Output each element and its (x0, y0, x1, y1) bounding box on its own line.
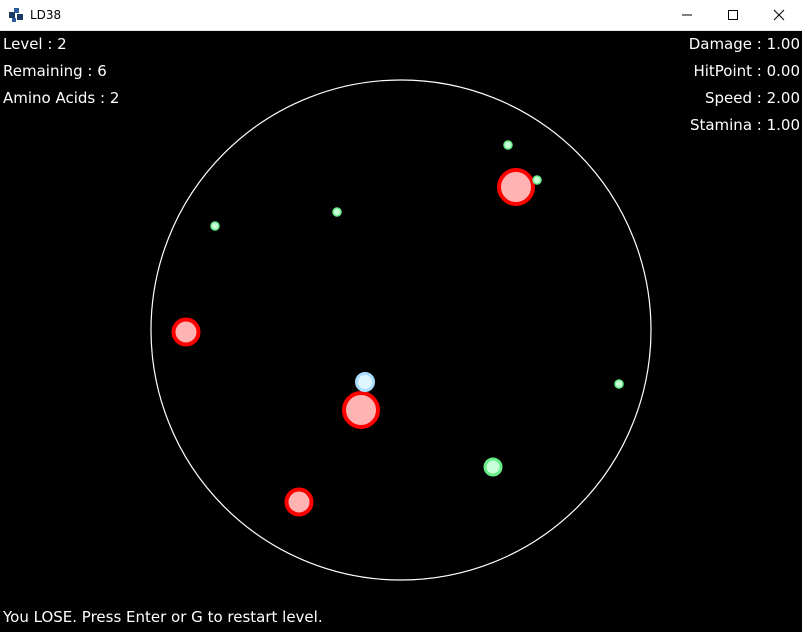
amino-acid (210, 221, 220, 231)
amino-acid (532, 175, 542, 185)
amino-acid (503, 140, 513, 150)
minimize-icon (682, 14, 692, 16)
ld38-app-icon (9, 8, 23, 22)
amino-acids-label: Amino Acids : 2 (3, 89, 120, 107)
amino-acid-large (483, 457, 503, 477)
enemy-cell (342, 391, 380, 429)
amino-acid (614, 379, 624, 389)
stamina-label: Stamina : 1.00 (689, 116, 800, 134)
title-bar[interactable]: LD38 (0, 0, 802, 31)
game-canvas[interactable]: Level : 2 Remaining : 6 Amino Acids : 2 … (0, 31, 802, 632)
player-cell (355, 372, 375, 392)
level-label: Level : 2 (3, 35, 67, 53)
amino-acid (332, 207, 342, 217)
enemy-cell (284, 487, 314, 517)
speed-label: Speed : 2.00 (704, 89, 800, 107)
damage-label: Damage : 1.00 (688, 35, 800, 53)
minimize-button[interactable] (664, 0, 710, 30)
maximize-icon (728, 10, 738, 20)
status-message: You LOSE. Press Enter or G to restart le… (3, 608, 323, 626)
window-title: LD38 (30, 8, 62, 22)
arena-boundary (150, 79, 652, 581)
close-icon (773, 9, 785, 21)
enemy-cell (171, 317, 201, 347)
hitpoint-label: HitPoint : 0.00 (693, 62, 800, 80)
maximize-button[interactable] (710, 0, 756, 30)
close-button[interactable] (756, 0, 802, 30)
enemy-cell (497, 168, 535, 206)
remaining-label: Remaining : 6 (3, 62, 107, 80)
arena (150, 79, 652, 581)
